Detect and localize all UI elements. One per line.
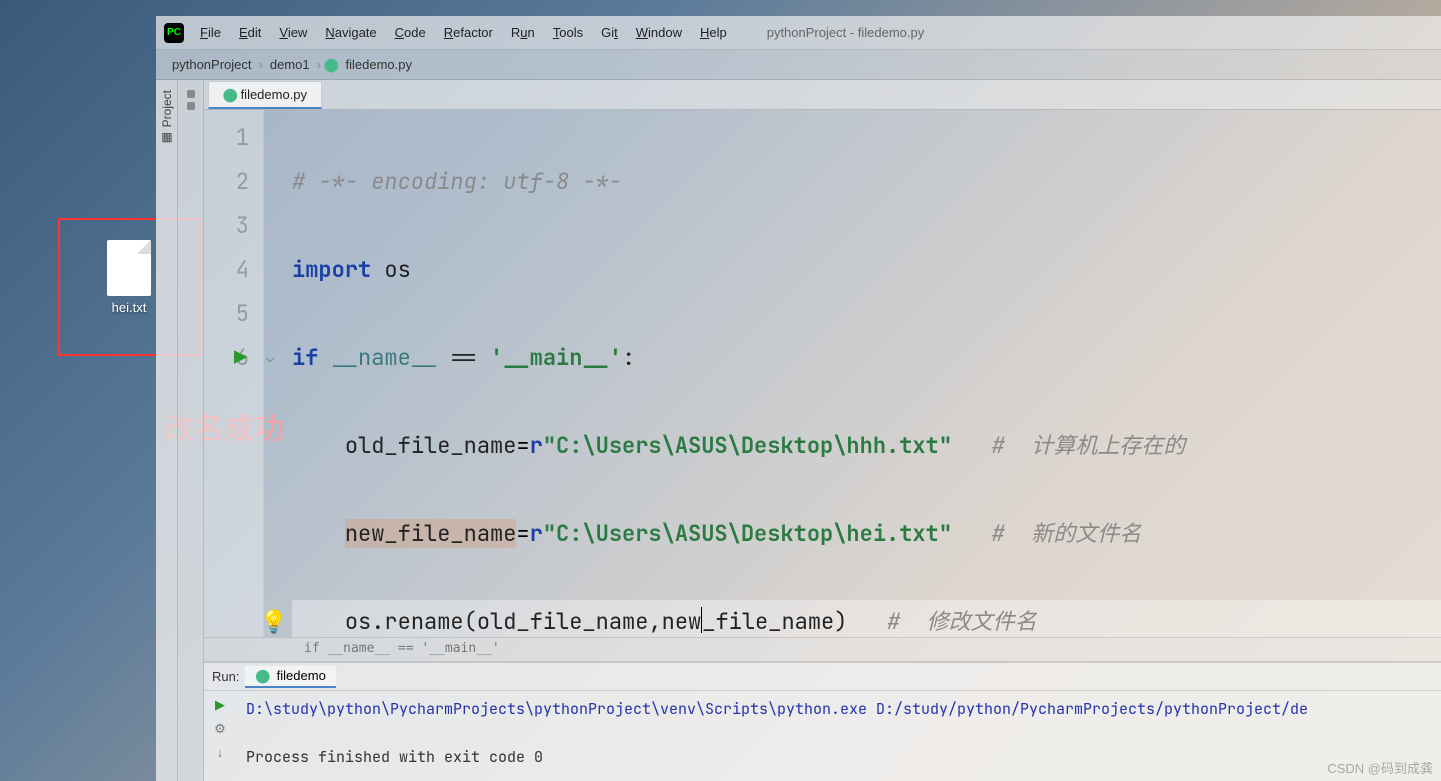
run-body: ▶ ⚙ ↓ D:\study\python\PycharmProjects\py… — [204, 691, 1441, 781]
python-file-icon: ⬤ — [324, 57, 339, 73]
run-toolbar: ▶ ⚙ ↓ — [204, 691, 236, 781]
marker-icon — [187, 102, 195, 110]
menu-run[interactable]: Run — [503, 21, 543, 44]
chevron-right-icon: › — [314, 57, 324, 72]
run-header: Run: ⬤ filedemo — [204, 663, 1441, 691]
python-file-icon: ⬤ — [223, 87, 238, 103]
editor-area: ⬤ filedemo.py 1 2 3 4 5 6 # — [204, 80, 1441, 781]
project-tool-tab[interactable]: ▦ Project — [158, 84, 176, 151]
code-line: 💡 os.rename(old_file_name,new_file_name)… — [292, 600, 1441, 637]
code-line: old_file_name=r"C:\Users\ASUS\Desktop\hh… — [292, 424, 1441, 468]
desktop: hei.txt 改名成功 PC File Edit View Navigate … — [0, 0, 1441, 781]
tool-gutter — [178, 80, 204, 781]
navigation-bar: pythonProject › demo1 › ⬤ filedemo.py — [156, 50, 1441, 80]
crumb-folder[interactable]: demo1 — [266, 57, 314, 72]
run-label: Run: — [212, 669, 239, 684]
watermark: CSDN @码到成龚 — [1327, 758, 1433, 777]
rerun-icon[interactable]: ▶ — [215, 697, 225, 713]
menu-view[interactable]: View — [271, 21, 315, 44]
stop-icon[interactable]: ⚙ — [214, 721, 226, 737]
editor[interactable]: 1 2 3 4 5 6 # -*- encoding: utf-8 -*- im… — [204, 110, 1441, 637]
menu-tools[interactable]: Tools — [545, 21, 591, 44]
run-gutter-icon[interactable]: ▶ — [234, 336, 247, 380]
menu-code[interactable]: Code — [387, 21, 434, 44]
run-tool-window: Run: ⬤ filedemo ▶ ⚙ ↓ D:\study\python\Py… — [204, 661, 1441, 781]
menu-help[interactable]: Help — [692, 21, 735, 44]
code-line: import os — [292, 248, 1441, 292]
crumb-file[interactable]: filedemo.py — [342, 57, 416, 72]
editor-tab[interactable]: ⬤ filedemo.py — [208, 81, 322, 109]
down-icon[interactable]: ↓ — [217, 745, 224, 760]
structure-crumb[interactable]: if __name__ == '__main__' — [204, 637, 1441, 661]
run-output[interactable]: D:\study\python\PycharmProjects\pythonPr… — [236, 691, 1441, 781]
menu-window[interactable]: Window — [628, 21, 690, 44]
tool-window-bar: ▦ Project — [156, 80, 178, 781]
crumb-project[interactable]: pythonProject — [168, 57, 256, 72]
python-file-icon: ⬤ — [255, 668, 270, 683]
code-line: # -*- encoding: utf-8 -*- — [292, 160, 1441, 204]
menu-file[interactable]: File — [192, 21, 229, 44]
editor-tabs: ⬤ filedemo.py — [204, 80, 1441, 110]
menu-git[interactable]: Git — [593, 21, 626, 44]
folder-icon: ▦ — [160, 131, 174, 145]
intention-bulb-icon[interactable]: 💡 — [260, 600, 287, 637]
menu-navigate[interactable]: Navigate — [317, 21, 384, 44]
code-line: new_file_name=r"C:\Users\ASUS\Desktop\he… — [292, 512, 1441, 556]
code-line: ▶⌄if __name__ == '__main__': — [292, 336, 1441, 380]
pycharm-logo-icon: PC — [164, 23, 184, 43]
menu-refactor[interactable]: Refactor — [436, 21, 501, 44]
source-code[interactable]: # -*- encoding: utf-8 -*- import os ▶⌄if… — [264, 110, 1441, 637]
marker-icon — [187, 90, 195, 98]
ide-window: PC File Edit View Navigate Code Refactor… — [156, 16, 1441, 781]
workspace: ▦ Project ⬤ filedemo.py 1 — [156, 80, 1441, 781]
run-config-tab[interactable]: ⬤ filedemo — [245, 666, 335, 688]
menu-edit[interactable]: Edit — [231, 21, 269, 44]
window-title: pythonProject - filedemo.py — [767, 25, 925, 40]
chevron-right-icon: › — [256, 57, 266, 72]
menubar: PC File Edit View Navigate Code Refactor… — [156, 16, 1441, 50]
fold-icon[interactable]: ⌄ — [266, 336, 274, 380]
